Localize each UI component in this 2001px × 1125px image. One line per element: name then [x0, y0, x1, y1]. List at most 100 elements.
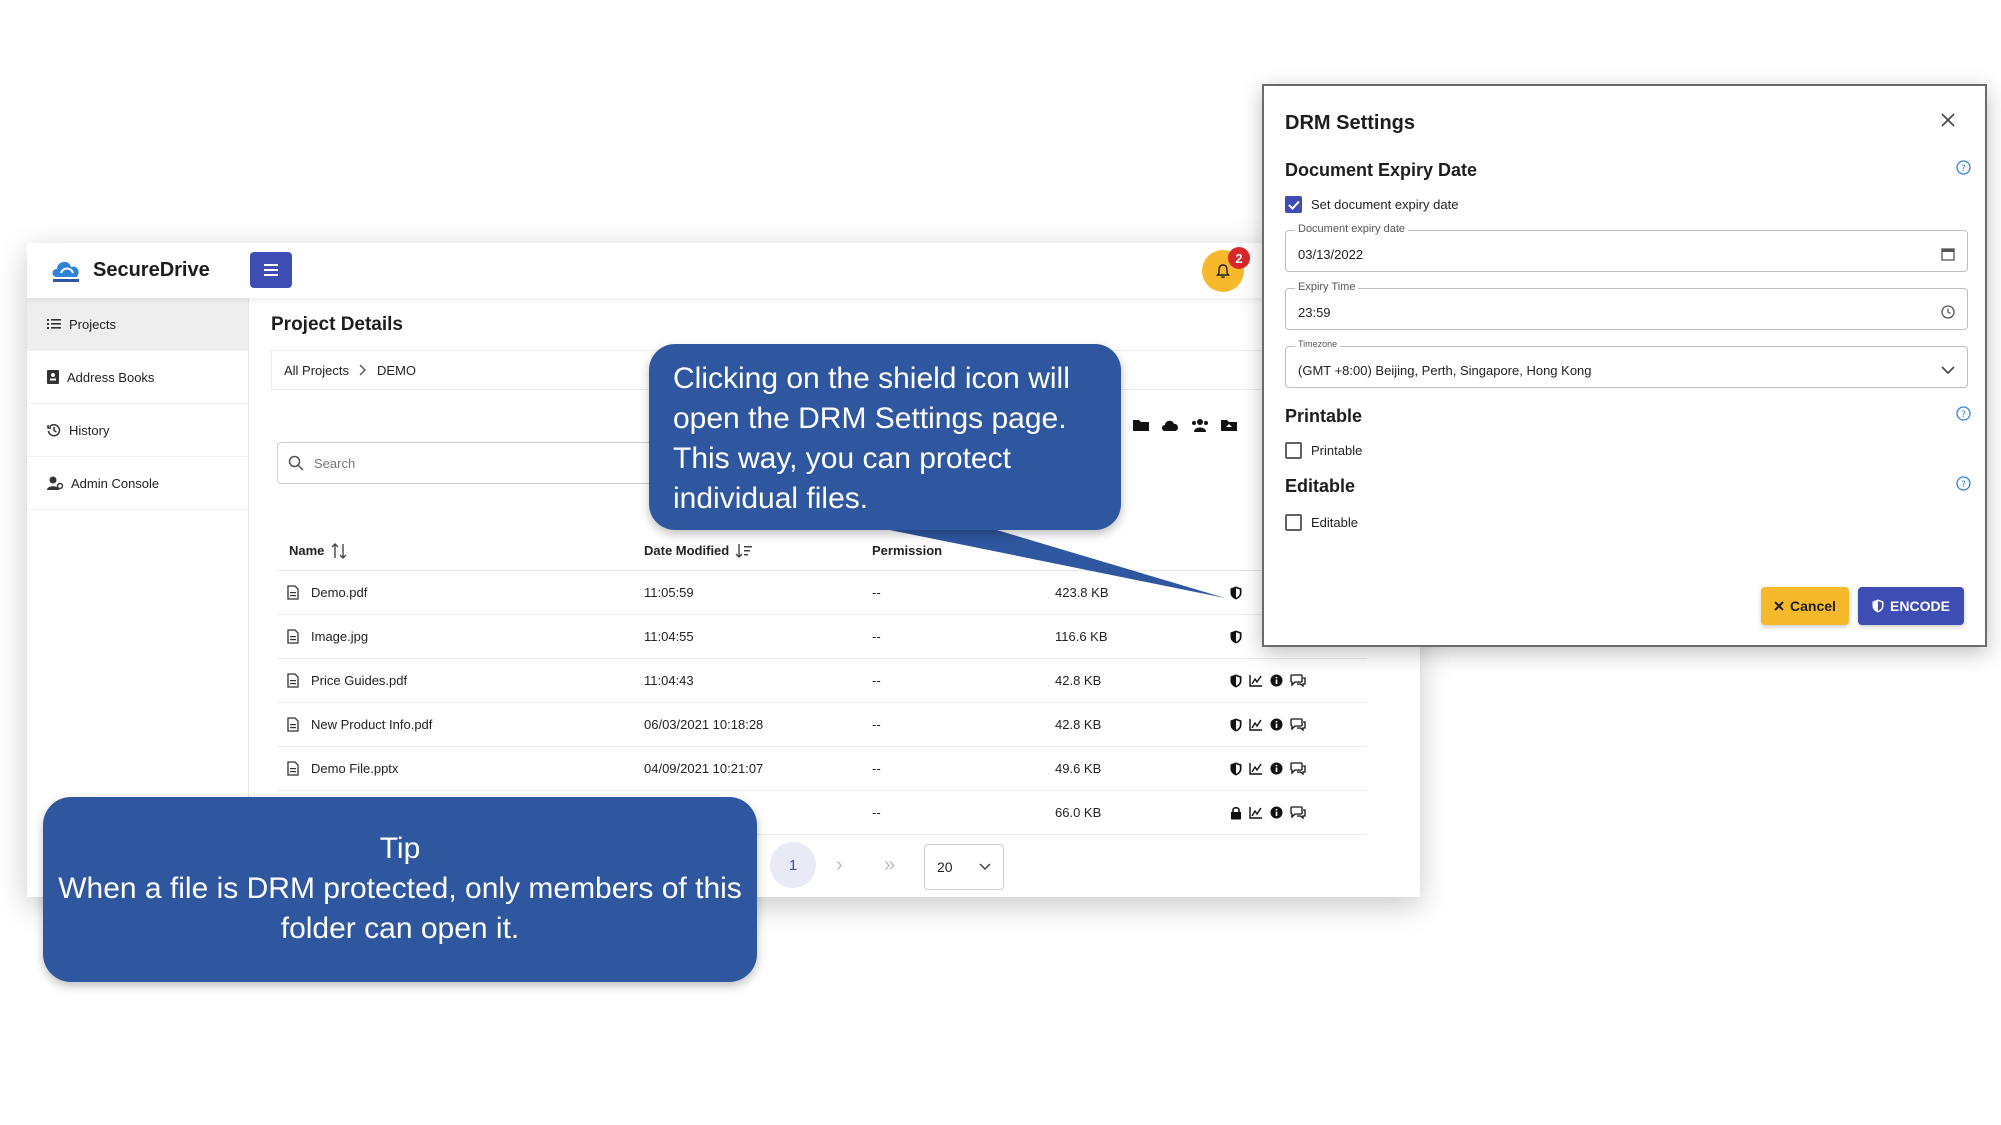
calendar-icon[interactable]	[1941, 247, 1955, 261]
next-page-button[interactable]: ›	[836, 854, 843, 877]
breadcrumb-root-link[interactable]: All Projects	[284, 363, 349, 378]
table-row[interactable]: Price Guides.pdf 11:04:43 -- 42.8 KB	[277, 659, 1367, 703]
cancel-button[interactable]: Cancel	[1761, 587, 1849, 625]
column-header-date[interactable]: Date Modified	[644, 543, 872, 559]
comment-icon[interactable]	[1290, 718, 1306, 731]
info-icon[interactable]	[1270, 806, 1283, 819]
size-cell: 423.8 KB	[1055, 585, 1109, 600]
permission-cell: --	[872, 805, 881, 820]
cloud-icon[interactable]	[1161, 418, 1179, 432]
svg-text:?: ?	[1961, 480, 1966, 490]
users-icon[interactable]	[1191, 418, 1209, 432]
permission-cell: --	[872, 673, 881, 688]
file-name: New Product Info.pdf	[311, 717, 433, 732]
expiry-date-value: 03/13/2022	[1298, 246, 1364, 262]
folder-upload-icon[interactable]	[1221, 418, 1237, 432]
file-name-cell[interactable]: Image.jpg	[277, 629, 644, 644]
notification-badge: 2	[1228, 247, 1250, 269]
permission-cell: --	[872, 585, 881, 600]
encode-button[interactable]: ENCODE	[1858, 587, 1964, 625]
file-name-cell[interactable]: Demo.pdf	[277, 585, 644, 600]
instruction-callout: Clicking on the shield icon will open th…	[649, 344, 1121, 530]
printable-checkbox[interactable]	[1285, 442, 1302, 459]
file-icon	[287, 629, 299, 644]
table-header: Name Date Modified Permission	[277, 531, 1367, 571]
file-icon	[287, 585, 299, 600]
editable-checkbox-row[interactable]: Editable	[1285, 514, 1358, 531]
field-label: Expiry Time	[1295, 281, 1359, 293]
file-name-cell[interactable]: Demo File.pptx	[277, 761, 644, 776]
cloud-logo-icon	[52, 261, 79, 282]
breadcrumb-current: DEMO	[377, 362, 417, 378]
shield-icon[interactable]	[1230, 630, 1242, 644]
help-icon[interactable]: ?	[1956, 476, 1971, 491]
sidebar-item-label: Admin Console	[71, 475, 160, 491]
permission-cell: --	[872, 761, 881, 776]
printable-checkbox-row[interactable]: Printable	[1285, 442, 1362, 459]
timezone-select[interactable]: Timezone (GMT +8:00) Beijing, Perth, Sin…	[1285, 339, 1968, 388]
date-cell: 11:05:59	[644, 585, 694, 600]
column-header-name[interactable]: Name	[277, 542, 644, 560]
date-cell: 11:04:55	[644, 629, 694, 644]
expiry-checkbox-row[interactable]: Set document expiry date	[1285, 196, 1458, 213]
search-input[interactable]	[314, 455, 614, 471]
logo-text: SecureDrive	[93, 258, 210, 281]
shield-icon[interactable]	[1230, 674, 1242, 688]
sidebar-item-history[interactable]: History	[27, 404, 248, 457]
date-cell: 04/09/2021 10:21:07	[644, 761, 764, 776]
shield-icon[interactable]	[1230, 718, 1242, 732]
comment-icon[interactable]	[1290, 674, 1306, 687]
file-name: Demo.pdf	[311, 585, 368, 600]
table-row[interactable]: Demo File.pptx 04/09/2021 10:21:07 -- 49.6 …	[277, 747, 1367, 791]
sidebar-item-address-books[interactable]: Address Books	[27, 351, 248, 404]
help-icon[interactable]: ?	[1956, 406, 1971, 421]
sort-icon[interactable]	[330, 542, 348, 560]
table-row[interactable]: New Product Info.pdf 06/03/2021 10:18:28 -…	[277, 703, 1367, 747]
expiry-time-field[interactable]: Expiry Time 23:59	[1285, 281, 1968, 330]
table-row[interactable]: Image.jpg 11:04:55 -- 116.6 KB	[277, 615, 1367, 659]
file-name: Image.jpg	[311, 629, 369, 644]
page-button-current[interactable]: 1	[770, 842, 816, 888]
last-page-button[interactable]: »	[884, 854, 895, 877]
shield-icon[interactable]	[1230, 586, 1242, 600]
sidebar-item-projects[interactable]: Projects	[27, 298, 248, 351]
expiry-checkbox[interactable]	[1285, 196, 1302, 213]
comment-icon[interactable]	[1290, 762, 1306, 775]
info-icon[interactable]	[1270, 718, 1283, 731]
close-icon[interactable]	[1940, 112, 1956, 128]
table-row[interactable]: Demo.pdf 11:05:59 -- 423.8 KB	[277, 571, 1367, 615]
folder-icon[interactable]	[1133, 418, 1149, 432]
list-icon	[47, 319, 61, 329]
file-name: Price Guides.pdf	[311, 673, 408, 688]
chart-icon[interactable]	[1249, 674, 1263, 687]
lock-icon[interactable]	[1230, 806, 1242, 820]
per-page-select[interactable]: 20	[924, 844, 1004, 890]
field-label: Timezone	[1295, 339, 1341, 349]
editable-checkbox[interactable]	[1285, 514, 1302, 531]
chart-icon[interactable]	[1249, 762, 1263, 775]
size-cell: 116.6 KB	[1055, 629, 1108, 644]
help-icon[interactable]: ?	[1956, 160, 1971, 175]
chart-icon[interactable]	[1249, 806, 1263, 819]
clock-icon[interactable]	[1941, 305, 1955, 319]
info-icon[interactable]	[1270, 762, 1283, 775]
sidebar-item-admin-console[interactable]: Admin Console	[27, 457, 248, 510]
history-icon	[47, 424, 61, 437]
admin-icon	[47, 476, 63, 490]
chart-icon[interactable]	[1249, 718, 1263, 731]
comment-icon[interactable]	[1290, 806, 1306, 819]
close-icon	[1774, 601, 1784, 611]
svg-text:?: ?	[1961, 164, 1966, 174]
info-icon[interactable]	[1270, 674, 1283, 687]
expiry-date-field[interactable]: Document expiry date 03/13/2022	[1285, 223, 1968, 272]
file-name-cell[interactable]: New Product Info.pdf	[277, 717, 644, 732]
sort-desc-icon[interactable]	[735, 543, 753, 559]
logo[interactable]: SecureDrive	[49, 255, 210, 285]
printable-heading: Printable	[1285, 406, 1363, 426]
chevron-right-icon	[359, 364, 367, 376]
search-box	[277, 442, 677, 484]
shield-icon[interactable]	[1230, 762, 1242, 776]
table-body: Demo.pdf 11:05:59 -- 423.8 KB Image.jpg 11:04…	[277, 571, 1367, 835]
menu-toggle-button[interactable]	[250, 252, 292, 288]
file-name-cell[interactable]: Price Guides.pdf	[277, 673, 644, 688]
